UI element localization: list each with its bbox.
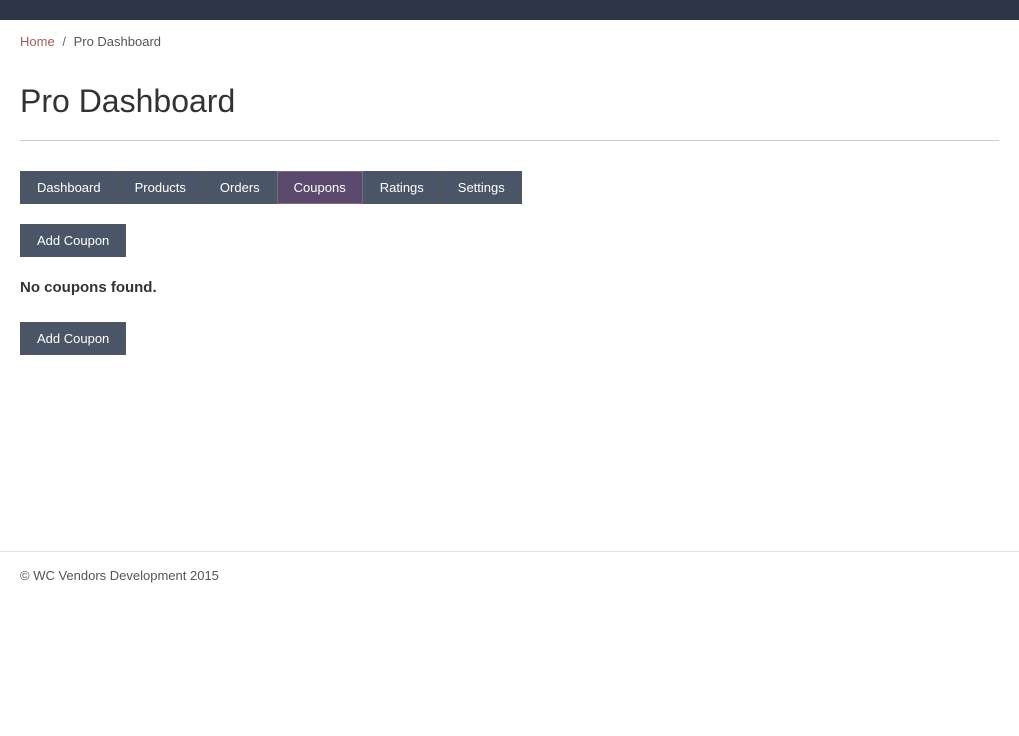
add-coupon-button-bottom[interactable]: Add Coupon — [20, 322, 126, 355]
tab-orders[interactable]: Orders — [203, 171, 277, 204]
footer: © WC Vendors Development 2015 — [0, 551, 1019, 599]
tab-ratings[interactable]: Ratings — [363, 171, 441, 204]
breadcrumb-home-link[interactable]: Home — [20, 34, 55, 49]
footer-text: © WC Vendors Development 2015 — [20, 568, 219, 583]
breadcrumb-current: Pro Dashboard — [74, 34, 161, 49]
top-bar — [0, 0, 1019, 20]
breadcrumb: Home / Pro Dashboard — [0, 20, 1019, 63]
add-coupon-button-top[interactable]: Add Coupon — [20, 224, 126, 257]
page-title: Pro Dashboard — [20, 83, 999, 120]
header-divider — [20, 140, 999, 141]
tab-coupons[interactable]: Coupons — [277, 171, 363, 204]
page-header: Pro Dashboard — [0, 63, 1019, 140]
no-coupons-message: No coupons found. — [20, 273, 999, 302]
tab-settings[interactable]: Settings — [441, 171, 522, 204]
tabs-area: Dashboard Products Orders Coupons Rating… — [0, 161, 1019, 391]
breadcrumb-separator: / — [62, 34, 66, 49]
main-container: Home / Pro Dashboard Pro Dashboard Dashb… — [0, 20, 1019, 736]
tab-bar: Dashboard Products Orders Coupons Rating… — [20, 171, 999, 204]
tab-dashboard[interactable]: Dashboard — [20, 171, 118, 204]
tab-products[interactable]: Products — [118, 171, 203, 204]
